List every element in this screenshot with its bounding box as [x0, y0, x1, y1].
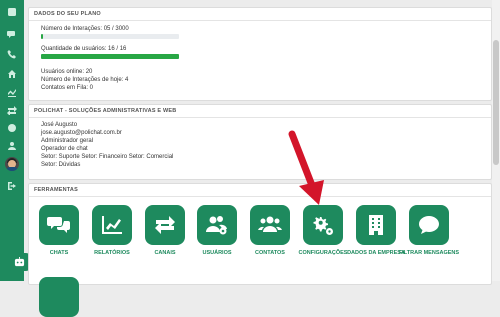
plan-card-title: DADOS DO SEU PLANO	[29, 8, 491, 21]
filter-messages-tile[interactable]	[409, 205, 449, 245]
cogs-icon	[313, 217, 333, 235]
users-cog-icon	[206, 216, 227, 235]
filter-messages-label[interactable]: FILTRAR MENSAGENS	[397, 250, 461, 257]
building-icon	[369, 215, 383, 235]
logout-icon[interactable]	[6, 180, 18, 192]
user-name: José Augusto	[41, 122, 78, 128]
chat-icon[interactable]	[6, 28, 18, 40]
today-interactions-text: Número de Interações de hoje: 4	[41, 77, 129, 83]
settings-tile[interactable]	[303, 205, 343, 245]
scrollbar-thumb[interactable]	[493, 40, 499, 165]
chart-icon[interactable]	[6, 86, 18, 98]
company-data-tile[interactable]	[356, 205, 396, 245]
tools-card-title: FERRAMENTAS	[29, 184, 491, 197]
user-role-operator: Operador de chat	[41, 146, 88, 152]
avatar[interactable]	[5, 157, 19, 171]
comment-icon	[419, 216, 439, 234]
phone-icon[interactable]	[6, 48, 18, 60]
sidebar-toggle-icon[interactable]	[6, 6, 18, 18]
online-text: Usuários online: 20	[41, 69, 93, 75]
comments-icon[interactable]	[6, 122, 18, 134]
user-sectors: Setor: Suporte Setor: Financeiro Setor: …	[41, 154, 174, 160]
chat-bubbles-icon	[47, 217, 70, 233]
company-card: POLICHAT - SOLUÇÕES ADMINISTRATIVAS E WE…	[28, 104, 492, 180]
contacts-icon[interactable]	[6, 140, 18, 152]
user-email: jose.augusto@polichat.com.br	[41, 130, 122, 136]
annotation-arrow	[288, 130, 324, 205]
channels-tile[interactable]	[145, 205, 185, 245]
exchange-icon[interactable]	[6, 104, 18, 116]
plan-card: DADOS DO SEU PLANO Número de Interações:…	[28, 7, 492, 101]
chats-tile[interactable]	[39, 205, 79, 245]
user-sector-extra: Setor: Dúvidas	[41, 162, 81, 168]
chart-line-icon	[102, 216, 122, 234]
queue-text: Contatos em Fila: 0	[41, 85, 94, 91]
users-tile[interactable]	[197, 205, 237, 245]
sidebar	[0, 0, 24, 281]
users-text: Quantidade de usuários: 16 / 16	[41, 46, 127, 52]
reports-tile[interactable]	[92, 205, 132, 245]
exchange-arrows-icon	[155, 216, 175, 234]
next-row-tile[interactable]	[39, 277, 79, 317]
contacts-tile[interactable]	[250, 205, 290, 245]
users-icon	[258, 216, 282, 232]
home-icon[interactable]	[6, 68, 18, 80]
scrollbar[interactable]	[492, 0, 500, 281]
interactions-text: Número de Interações: 05 / 3000	[41, 26, 129, 32]
company-card-title: POLICHAT - SOLUÇÕES ADMINISTRATIVAS E WE…	[29, 105, 491, 118]
user-role-admin: Administrador geral	[41, 138, 94, 144]
